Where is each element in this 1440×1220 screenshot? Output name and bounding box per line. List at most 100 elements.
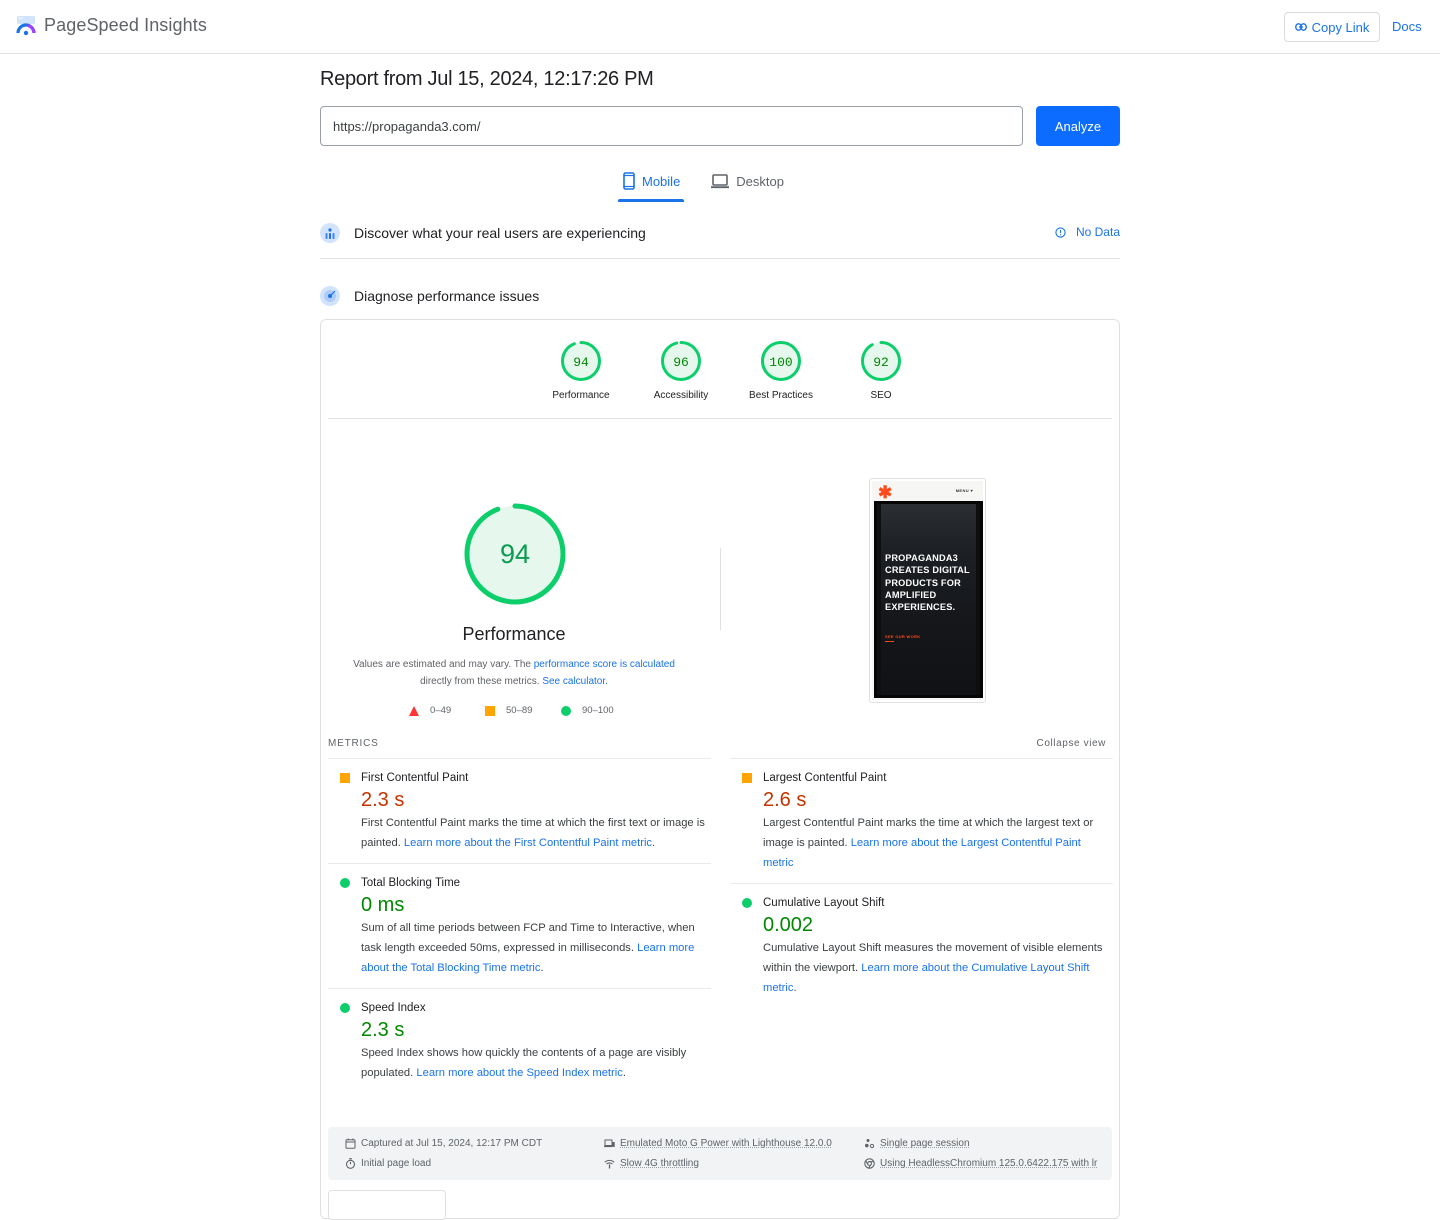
site-logo-asterisk-icon: ✱ — [878, 483, 893, 502]
score-value: 94 — [573, 355, 589, 370]
devices-icon — [604, 1139, 615, 1148]
wifi-icon — [604, 1159, 615, 1169]
docs-link[interactable]: Docs — [1392, 19, 1422, 34]
field-data-section[interactable]: Discover what your real users are experi… — [320, 220, 1120, 246]
metrics-right-column: Largest Contentful Paint 2.6 s Largest C… — [730, 758, 1113, 1008]
site-menu: MENU ▾ — [955, 488, 973, 493]
site-hero: PROPAGANDA3 CREATES DIGITAL PRODUCTS FOR… — [874, 501, 983, 698]
desc-tail: . — [652, 837, 656, 849]
score-gauge-performance[interactable]: 94 Performance — [531, 340, 631, 401]
url-input[interactable] — [320, 106, 1023, 146]
gauge-target-icon — [320, 286, 340, 306]
network-throttling[interactable]: Slow 4G throttling — [604, 1158, 699, 1169]
analyze-button[interactable]: Analyze — [1036, 106, 1120, 146]
metric-description: Speed Index shows how quickly the conten… — [361, 1043, 711, 1083]
no-data-label: No Data — [1075, 225, 1120, 239]
tab-desktop-label: Desktop — [736, 173, 784, 189]
treemap-button[interactable] — [328, 1190, 446, 1220]
legend-average: 50–89 — [485, 705, 561, 716]
site-cta-underline — [885, 641, 894, 642]
collapse-view-toggle[interactable]: Collapse view — [1037, 738, 1107, 749]
score-gauge-seo[interactable]: 92 SEO — [831, 340, 931, 401]
info-icon — [1055, 226, 1066, 238]
gauge-ring: 92 — [861, 341, 901, 381]
gauge-ring: 100 — [761, 341, 801, 381]
metric-name: First Contentful Paint — [361, 772, 469, 784]
tab-mobile[interactable]: Mobile — [617, 166, 685, 202]
site-headline: PROPAGANDA3 CREATES DIGITAL PRODUCTS FOR… — [885, 553, 970, 613]
screenshot-page: ✱ MENU ▾ PROPAGANDA3 CREATES DIGITAL PRO… — [872, 481, 983, 700]
copy-link-label: Copy Link — [1311, 19, 1370, 35]
performance-score-value: 94 — [500, 539, 530, 569]
pass-circle-icon — [561, 705, 571, 716]
site-cta: SEE OUR WORK — [885, 634, 921, 639]
copy-link-button[interactable]: Copy Link — [1284, 12, 1380, 42]
average-square-icon — [340, 773, 350, 783]
legend-range: 90–100 — [582, 705, 614, 716]
captured-at: Captured at Jul 15, 2024, 12:17 PM CDT — [345, 1138, 542, 1149]
pass-circle-icon — [340, 1003, 350, 1013]
device-emulation[interactable]: Emulated Moto G Power with Lighthouse 12… — [604, 1138, 832, 1149]
score-label: Best Practices — [749, 390, 813, 401]
learn-more-link[interactable]: Learn more about the First Contentful Pa… — [404, 837, 652, 849]
see-calculator-link[interactable]: See calculator. — [542, 676, 608, 687]
learn-more-link[interactable]: Learn more about the Speed Index metric — [416, 1067, 622, 1079]
category-scores: 94 Performance 96 Accessibility 100 Best… — [531, 340, 931, 401]
smartphone-icon — [623, 172, 635, 190]
gauge-ring: 96 — [661, 341, 701, 381]
tab-desktop[interactable]: Desktop — [708, 166, 786, 196]
brand[interactable]: PageSpeed Insights — [16, 14, 207, 36]
no-data-status[interactable]: No Data — [1055, 225, 1120, 239]
metrics-heading: METRICS — [328, 738, 379, 749]
score-gauge-accessibility[interactable]: 96 Accessibility — [631, 340, 731, 401]
load-type-text: Initial page load — [361, 1158, 432, 1169]
chrome-icon — [864, 1158, 875, 1169]
metric-value: 2.3 s — [361, 789, 405, 811]
pass-circle-icon — [742, 898, 752, 908]
legend-range: 50–89 — [506, 705, 533, 716]
metric-value: 0 ms — [361, 894, 405, 916]
throttling-text: Slow 4G throttling — [620, 1158, 699, 1169]
score-value: 100 — [769, 355, 792, 370]
metric-value: 2.6 s — [763, 789, 807, 811]
legend-pass: 90–100 — [561, 705, 637, 716]
score-label: Accessibility — [653, 390, 709, 401]
score-label: SEO — [870, 390, 892, 401]
metric-cumulative-layout-shift: Cumulative Layout Shift 0.002 Cumulative… — [730, 883, 1113, 1008]
calendar-icon — [345, 1138, 356, 1149]
link-icon — [1294, 23, 1307, 31]
score-value: 92 — [873, 355, 889, 370]
top-bar: PageSpeed Insights Copy Link Docs — [0, 0, 1440, 54]
legend-fail: 0–49 — [409, 705, 485, 716]
metric-name: Cumulative Layout Shift — [763, 897, 885, 909]
session-type[interactable]: Single page session — [864, 1138, 970, 1149]
note-text: directly from these metrics. — [420, 676, 543, 687]
metric-description: First Contentful Paint marks the time at… — [361, 813, 711, 853]
captured-text: Captured at Jul 15, 2024, 12:17 PM CDT — [361, 1138, 543, 1149]
performance-heading: Performance — [462, 624, 566, 644]
section-divider — [320, 258, 1120, 259]
metric-description: Largest Contentful Paint marks the time … — [763, 813, 1113, 873]
metric-value: 0.002 — [763, 914, 814, 936]
desc-tail: . — [540, 962, 544, 974]
device-text: Emulated Moto G Power with Lighthouse 12… — [620, 1138, 832, 1149]
score-calculated-link[interactable]: performance score is calculated — [534, 659, 675, 670]
note-text: Values are estimated and may vary. The — [353, 659, 534, 670]
browser-text: Using HeadlessChromium 125.0.6422.175 wi… — [880, 1158, 1098, 1169]
session-nodes-icon — [865, 1139, 875, 1149]
final-screenshot[interactable]: ✱ MENU ▾ PROPAGANDA3 CREATES DIGITAL PRO… — [869, 478, 986, 703]
metric-total-blocking-time: Total Blocking Time 0 ms Sum of all time… — [328, 863, 711, 988]
browser-info[interactable]: Using HeadlessChromium 125.0.6422.175 wi… — [864, 1158, 1097, 1169]
score-legend: 0–49 50–89 90–100 — [409, 705, 637, 716]
metric-description: Cumulative Layout Shift measures the mov… — [763, 938, 1113, 998]
metric-speed-index: Speed Index 2.3 s Speed Index shows how … — [328, 988, 711, 1093]
diagnose-title: Diagnose performance issues — [354, 288, 540, 304]
lighthouse-report-card: 94 Performance 96 Accessibility 100 Best… — [320, 319, 1120, 1220]
score-label: Performance — [552, 390, 610, 401]
metric-largest-contentful-paint: Largest Contentful Paint 2.6 s Largest C… — [730, 758, 1113, 883]
report-title: Report from Jul 15, 2024, 12:17:26 PM — [320, 68, 654, 90]
metric-name: Largest Contentful Paint — [763, 772, 887, 784]
performance-gauge: 94 — [464, 503, 566, 605]
pass-circle-icon — [340, 878, 350, 888]
score-gauge-best-practices[interactable]: 100 Best Practices — [731, 340, 831, 401]
